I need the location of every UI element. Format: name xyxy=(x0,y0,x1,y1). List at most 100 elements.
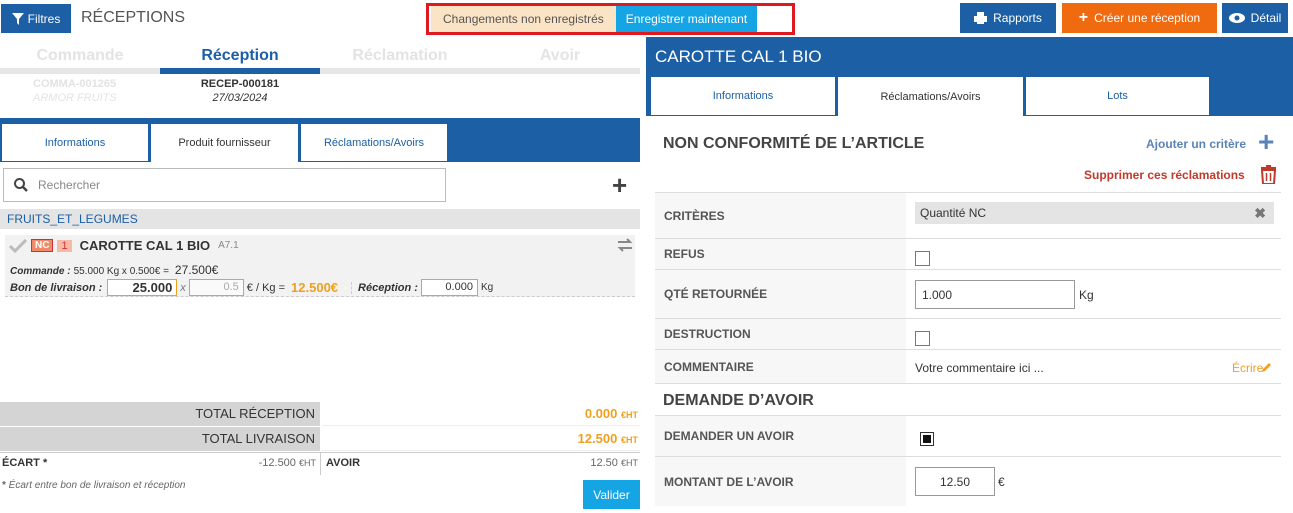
filters-button[interactable]: Filtres xyxy=(1,4,71,33)
save-now-button[interactable]: Enregistrer maintenant xyxy=(615,6,758,32)
delivery-label: Bon de livraison : xyxy=(10,281,103,294)
left-tab-bar: Informations Produit fournisseur Réclama… xyxy=(0,118,640,162)
comment-label: COMMENTAIRE xyxy=(655,350,906,383)
footnote: * Écart entre bon de livraison et récept… xyxy=(2,480,186,491)
destruction-label: DESTRUCTION xyxy=(655,319,906,349)
step-bar xyxy=(0,68,160,74)
detail-title: CAROTTE CAL 1 BIO xyxy=(655,47,822,66)
product-row[interactable]: NC 1 CAROTTE CAL 1 BIO A7.1 Commande : 5… xyxy=(5,235,635,297)
avoir-amount: 12.50 xyxy=(590,457,618,469)
pencil-icon[interactable] xyxy=(1261,361,1273,373)
remove-criterion-icon[interactable]: ✖ xyxy=(1254,202,1266,224)
tab-informations[interactable]: Informations xyxy=(1,123,149,162)
step-code: COMMA-001265 xyxy=(33,78,117,90)
step-reception[interactable]: Réception RECEP-000181 27/03/2024 xyxy=(160,37,320,117)
divider xyxy=(320,453,321,475)
criteres-label: CRITÈRES xyxy=(655,193,906,238)
tab-produit-fournisseur[interactable]: Produit fournisseur xyxy=(150,123,299,162)
credit-section-title: DEMANDE D’AVOIR xyxy=(663,392,814,409)
avoir-label: AVOIR xyxy=(326,457,361,469)
amount-row: MONTANT DE L’AVOIR 12.50 € xyxy=(655,456,1281,506)
total-livraison-value: 12.500 €HT xyxy=(322,427,640,451)
detail-tab-informations[interactable]: Informations xyxy=(650,76,836,116)
unit-price-input[interactable]: 0.5 xyxy=(188,279,244,296)
ecart-row: ÉCART * -12.500 €HT AVOIR 12.50 €HT xyxy=(0,452,640,476)
qte-unit: Kg xyxy=(1079,288,1094,302)
printer-icon xyxy=(974,12,988,24)
swap-icon[interactable] xyxy=(616,238,634,252)
step-sub: 27/03/2024 xyxy=(212,92,268,104)
delivery-total: 12.500€ xyxy=(291,280,339,295)
qte-label: QTÉ RETOURNÉE xyxy=(655,270,906,318)
reception-unit: Kg xyxy=(480,282,494,293)
step-name: Réception xyxy=(201,47,279,64)
search-placeholder: Rechercher xyxy=(38,178,101,192)
check-icon xyxy=(9,238,27,253)
ask-credit-checkbox[interactable] xyxy=(920,432,934,446)
add-criterion-link[interactable]: Ajouter un critère xyxy=(1146,137,1246,151)
filter-icon xyxy=(11,12,24,25)
avoir-value: 12.50 €HT xyxy=(500,457,638,469)
criterion-value: Quantité NC xyxy=(920,206,987,220)
order-total: 27.500€ xyxy=(174,263,219,277)
step-name: Réclamation xyxy=(352,47,448,64)
nc-count: 1 xyxy=(57,239,72,252)
comment-placeholder[interactable]: Votre commentaire ici ... xyxy=(915,361,1044,375)
refus-checkbox[interactable] xyxy=(915,251,930,266)
tab-reclamations-avoirs[interactable]: Réclamations/Avoirs xyxy=(300,123,448,162)
add-criterion-icon[interactable]: + xyxy=(1258,128,1274,156)
step-sub: ARMOR FRUITS xyxy=(33,92,117,104)
total-reception-label: TOTAL RÉCEPTION xyxy=(0,402,320,426)
reports-button[interactable]: Rapports xyxy=(960,3,1056,33)
category-row[interactable]: FRUITS_ET_LEGUMES xyxy=(0,209,640,229)
product-code: A7.1 xyxy=(218,240,239,251)
reception-qty-input[interactable]: 0.000 xyxy=(420,279,478,296)
eye-icon xyxy=(1228,13,1245,23)
write-link[interactable]: Écrire xyxy=(1232,361,1263,375)
refus-label: REFUS xyxy=(655,239,906,269)
footnote-text: Écart entre bon de livraison et réceptio… xyxy=(8,480,186,491)
workflow-steps: Commande COMMA-001265 ARMOR FRUITS Récep… xyxy=(0,37,640,117)
step-reclamation[interactable]: Réclamation xyxy=(320,37,480,117)
ask-credit-label: DEMANDER UN AVOIR xyxy=(655,416,906,456)
amount-input[interactable]: 12.50 xyxy=(915,467,995,496)
price-unit: € / Kg = xyxy=(246,281,286,294)
detail-label: Détail xyxy=(1250,11,1282,25)
currency-unit: €HT xyxy=(298,458,316,468)
plus-icon: + xyxy=(1078,9,1089,26)
search-field[interactable]: Rechercher xyxy=(3,168,446,202)
detail-button[interactable]: Détail xyxy=(1222,3,1288,33)
reception-label: Réception : xyxy=(351,281,418,294)
add-product-icon[interactable]: + xyxy=(612,172,627,198)
filters-label: Filtres xyxy=(27,11,61,26)
total-livraison-amount: 12.500 xyxy=(577,431,618,446)
total-livraison-label: TOTAL LIVRAISON xyxy=(0,427,320,451)
currency-unit: €HT xyxy=(620,458,638,468)
trash-icon[interactable] xyxy=(1260,165,1277,184)
validate-button[interactable]: Valider xyxy=(583,480,640,509)
top-bar: Filtres RÉCEPTIONS Changements non enreg… xyxy=(0,0,1293,37)
qte-input[interactable]: 1.000 xyxy=(915,280,1075,309)
criteres-row: CRITÈRES Quantité NC ✖ xyxy=(655,192,1281,238)
detail-tab-reclamations[interactable]: Réclamations/Avoirs xyxy=(837,76,1024,116)
delivery-qty-input[interactable]: 25.000 xyxy=(107,279,178,296)
total-reception-amount: 0.000 xyxy=(584,406,618,421)
order-detail: 55.000 Kg x 0.500€ = xyxy=(73,266,169,277)
delete-claims-link[interactable]: Supprimer ces réclamations xyxy=(1084,168,1245,182)
total-reception-row: TOTAL RÉCEPTION 0.000 €HT xyxy=(0,402,640,426)
detail-tab-lots[interactable]: Lots xyxy=(1025,76,1210,116)
page-title: RÉCEPTIONS xyxy=(81,9,186,26)
refus-row: REFUS xyxy=(655,238,1281,269)
create-reception-label: Créer une réception xyxy=(1094,11,1201,25)
amount-label: MONTANT DE L’AVOIR xyxy=(655,457,906,506)
step-code: RECEP-000181 xyxy=(200,78,280,90)
destruction-row: DESTRUCTION xyxy=(655,318,1281,349)
total-livraison-row: TOTAL LIVRAISON 12.500 €HT xyxy=(0,427,640,451)
step-commande[interactable]: Commande COMMA-001265 ARMOR FRUITS xyxy=(0,37,160,117)
times-sign: x xyxy=(180,281,186,294)
nc-section-title: NON CONFORMITÉ DE L’ARTICLE xyxy=(663,135,925,152)
ecart-amount: -12.500 xyxy=(258,457,296,469)
destruction-checkbox[interactable] xyxy=(915,331,930,346)
create-reception-button[interactable]: + Créer une réception xyxy=(1062,3,1217,33)
step-avoir[interactable]: Avoir xyxy=(480,37,640,117)
